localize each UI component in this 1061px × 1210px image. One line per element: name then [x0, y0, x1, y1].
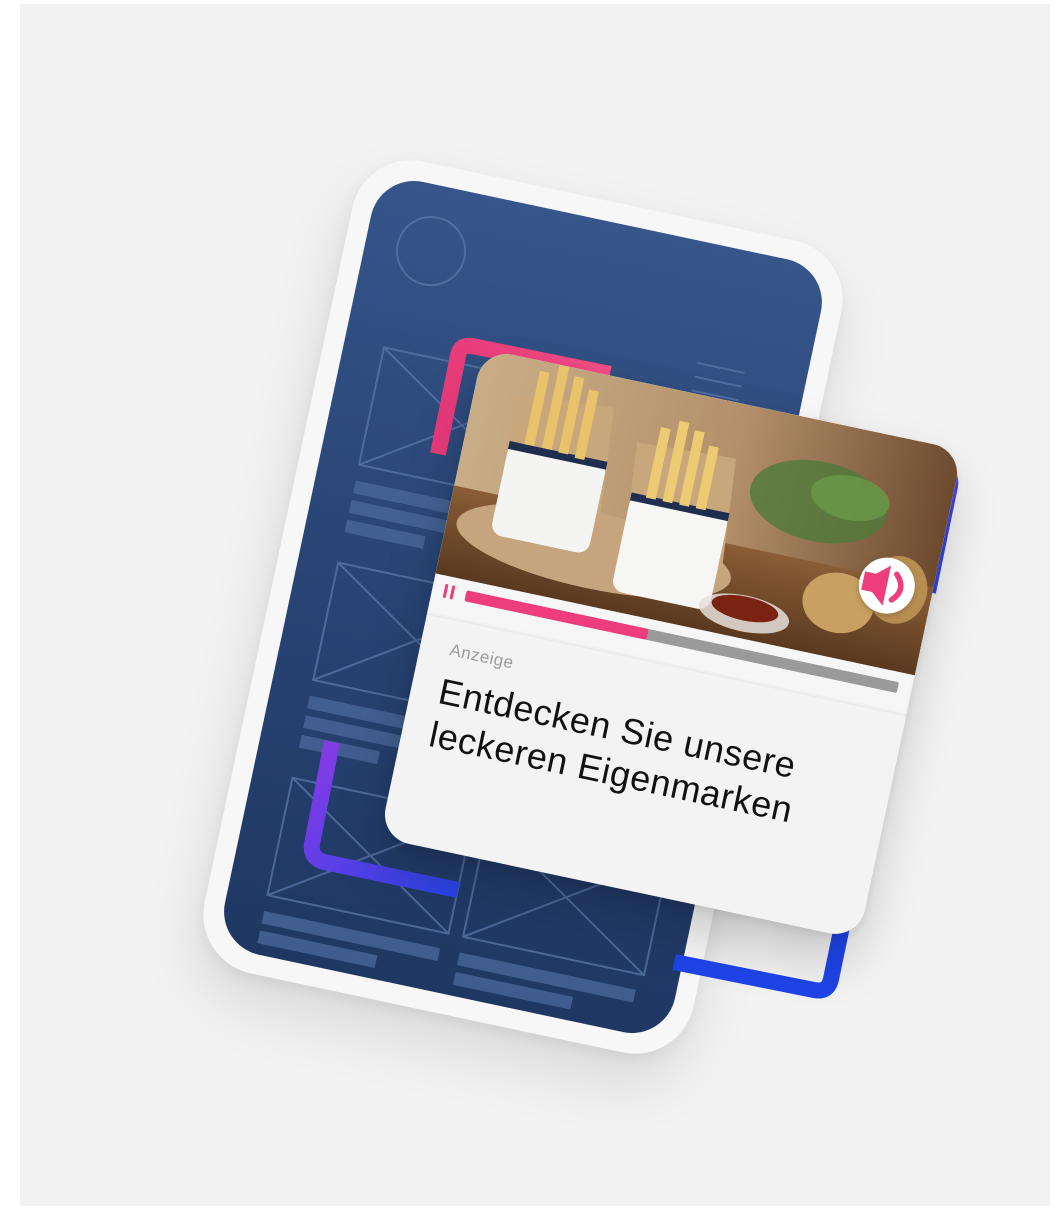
canvas: Anzeige Entdecken Sie unsere leckeren Ei…	[20, 4, 1050, 1206]
ad-label: Anzeige	[448, 640, 516, 673]
ad-title[interactable]: Entdecken Sie unsere leckeren Eigenmarke…	[425, 669, 874, 847]
mute-button[interactable]	[853, 552, 921, 619]
pause-icon[interactable]	[442, 583, 460, 601]
video-ad-card[interactable]: Anzeige Entdecken Sie unsere leckeren Ei…	[379, 348, 963, 940]
speaker-icon	[861, 565, 904, 606]
